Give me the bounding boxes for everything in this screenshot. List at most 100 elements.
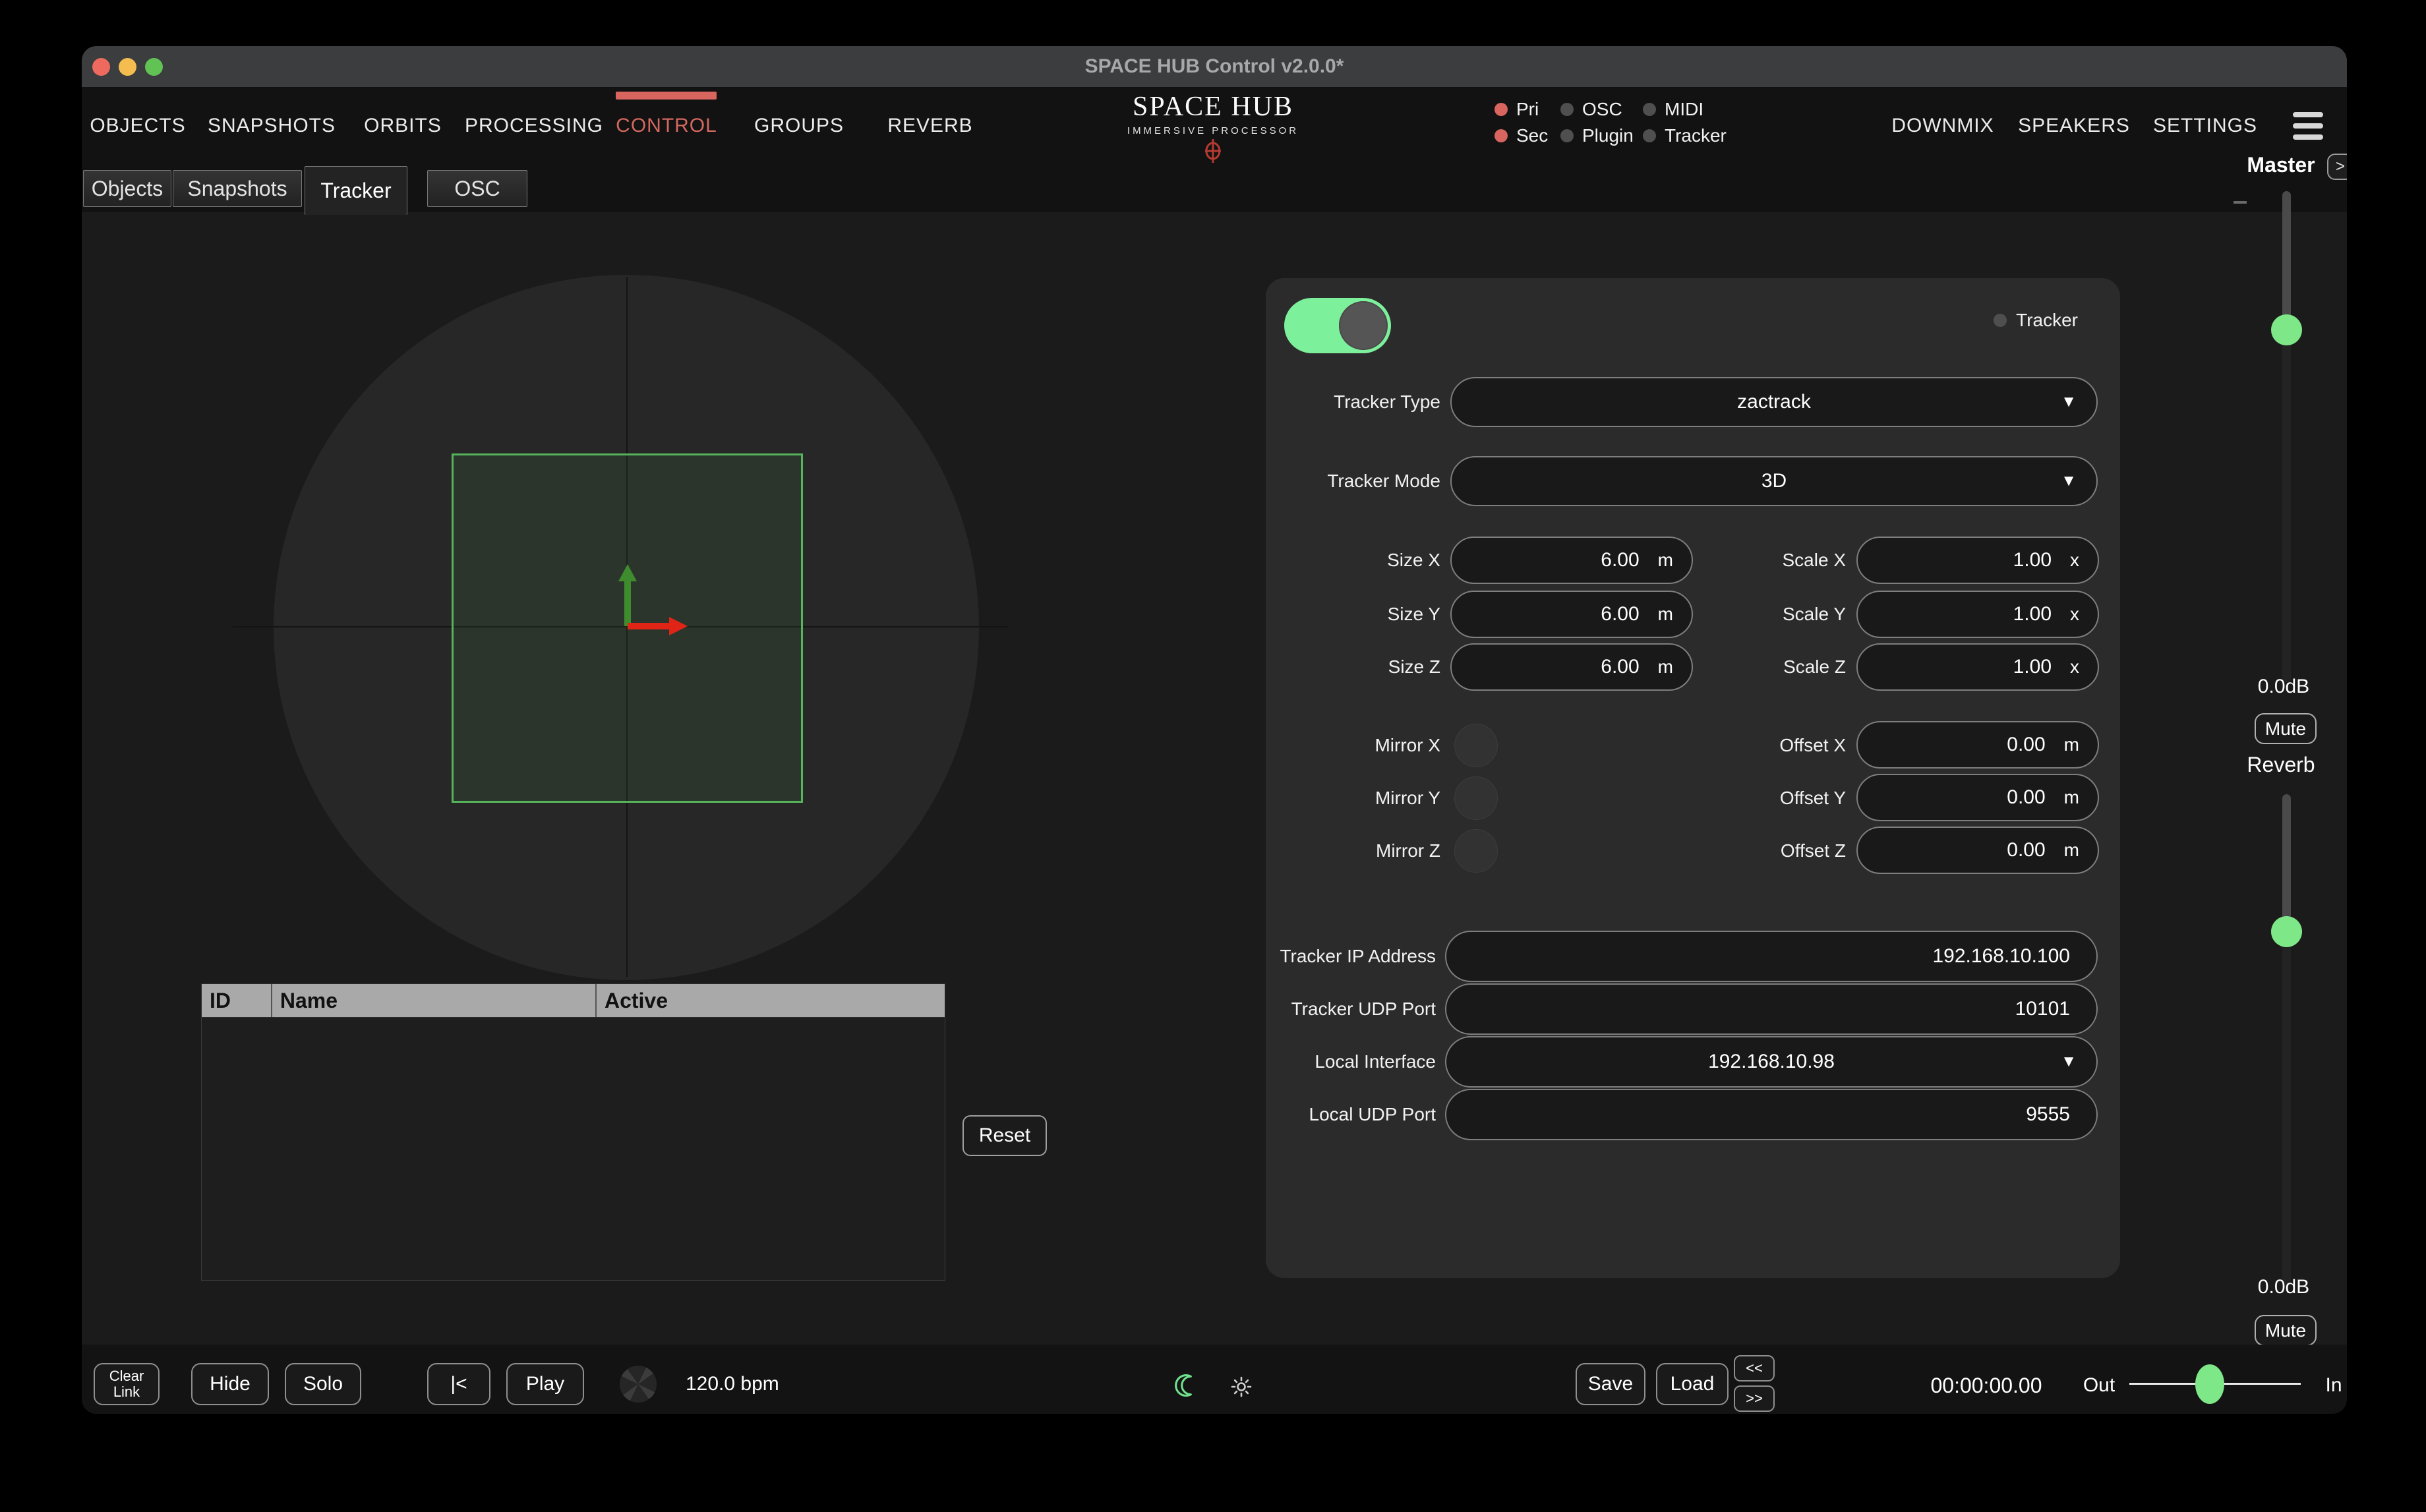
tracker-status-led-icon (1994, 314, 2007, 327)
tab-objects[interactable]: Objects (83, 170, 171, 207)
out-label: Out (2073, 1374, 2125, 1397)
menu-snapshots[interactable]: SNAPSHOTS (208, 87, 336, 165)
scale-x-field[interactable]: 1.00x (1856, 537, 2099, 584)
origin-axes-icon (606, 547, 712, 649)
tracker-udp-port-field[interactable]: 10101 (1445, 983, 2098, 1035)
y-axis-arrow-shaft (624, 580, 631, 626)
logo-title: SPACE HUB (1127, 91, 1299, 123)
size-y-label: Size Y (1266, 603, 1440, 625)
tracker-udp-port-label: Tracker UDP Port (1266, 998, 1436, 1020)
scale-z-field[interactable]: 1.00x (1856, 643, 2099, 691)
offset-x-field[interactable]: 0.00m (1856, 721, 2099, 769)
master-fader-knob[interactable] (2271, 314, 2302, 345)
screen: SPACE HUB Control v2.0.0* OBJECTS SNAPSH… (0, 0, 2426, 1512)
column-active[interactable]: Active (597, 984, 945, 1017)
offset-y-field[interactable]: 0.00m (1856, 774, 2099, 821)
offset-x-label: Offset X (1661, 734, 1846, 757)
size-z-field[interactable]: 6.00m (1450, 643, 1693, 691)
size-y-field[interactable]: 6.00m (1450, 591, 1693, 638)
menu-orbits[interactable]: ORBITS (364, 87, 442, 165)
rewind-button[interactable]: |< (427, 1363, 490, 1405)
reverb-fader-track[interactable] (2282, 794, 2291, 1285)
menu-speakers[interactable]: SPEAKERS (2018, 87, 2130, 165)
in-out-slider-knob[interactable] (2195, 1364, 2224, 1404)
y-axis-arrow-head (618, 564, 637, 581)
hide-button[interactable]: Hide (191, 1363, 269, 1405)
tab-tracker[interactable]: Tracker (305, 166, 407, 215)
tab-osc[interactable]: OSC (427, 170, 527, 207)
menu-groups[interactable]: GROUPS (754, 87, 844, 165)
menu-reverb[interactable]: REVERB (887, 87, 972, 165)
menu-downmix[interactable]: DOWNMIX (1891, 87, 1994, 165)
master-fader-track[interactable] (2282, 191, 2291, 682)
offset-z-field[interactable]: 0.00m (1856, 827, 2099, 874)
step-back-button[interactable]: << (1734, 1355, 1775, 1381)
midi-led-icon (1643, 103, 1656, 116)
window-title: SPACE HUB Control v2.0.0* (82, 46, 2347, 87)
tracker-type-dropdown[interactable]: zactrack ▼ (1450, 377, 2098, 427)
toggle-knob[interactable] (1339, 301, 1388, 350)
size-x-label: Size X (1266, 549, 1440, 571)
app-window: SPACE HUB Control v2.0.0* OBJECTS SNAPSH… (82, 46, 2347, 1414)
offset-y-label: Offset Y (1661, 787, 1846, 809)
app-logo: SPACE HUB IMMERSIVE PROCESSOR (1127, 91, 1299, 167)
reverb-level-value: 0.0dB (2237, 1276, 2330, 1298)
load-button[interactable]: Load (1656, 1363, 1729, 1405)
chevron-down-icon: ▼ (2061, 393, 2077, 411)
mirror-z-toggle[interactable] (1454, 829, 1498, 873)
status-sec: Sec (1494, 123, 1548, 148)
column-id[interactable]: ID (202, 984, 272, 1017)
in-label: In (2314, 1374, 2347, 1397)
reverb-label: Reverb (2235, 753, 2327, 777)
mirror-z-label: Mirror Z (1266, 840, 1440, 862)
status-osc: OSC (1560, 97, 1622, 122)
tracker-settings-panel: Tracker Tracker Type zactrack ▼ Tracker … (1266, 278, 2120, 1278)
clear-link-button[interactable]: Clear Link (94, 1363, 160, 1405)
tempo-knob[interactable] (620, 1366, 657, 1403)
local-udp-port-field[interactable]: 9555 (1445, 1089, 2098, 1140)
x-axis-arrow-head (669, 617, 688, 635)
mirror-y-toggle[interactable] (1454, 776, 1498, 820)
local-interface-dropdown[interactable]: 192.168.10.98 ▼ (1445, 1036, 2098, 1088)
x-axis-arrow-shaft (628, 623, 670, 629)
bpm-value: 120.0 bpm (686, 1373, 779, 1395)
sun-icon[interactable] (1230, 1376, 1253, 1401)
tracker-led-icon (1643, 129, 1656, 142)
menu-control[interactable]: CONTROL (616, 87, 717, 165)
solo-button[interactable]: Solo (285, 1363, 361, 1405)
tracker-enable-toggle[interactable] (1284, 298, 1391, 353)
play-button[interactable]: Play (506, 1363, 584, 1405)
tab-snapshots[interactable]: Snapshots (173, 170, 302, 207)
step-forward-button[interactable]: >> (1734, 1385, 1775, 1412)
plugin-led-icon (1560, 129, 1574, 142)
column-name[interactable]: Name (272, 984, 597, 1017)
moon-icon[interactable] (1173, 1372, 1200, 1402)
menu-bar: OBJECTS SNAPSHOTS ORBITS PROCESSING CONT… (82, 87, 2347, 165)
tracker-mode-label: Tracker Mode (1266, 470, 1440, 492)
reset-button[interactable]: Reset (962, 1115, 1047, 1156)
mirror-x-label: Mirror X (1266, 734, 1440, 757)
scale-z-label: Scale Z (1661, 656, 1846, 678)
size-z-label: Size Z (1266, 656, 1440, 678)
scale-y-field[interactable]: 1.00x (1856, 591, 2099, 638)
tracker-table-body[interactable] (201, 1018, 945, 1281)
tracker-mode-dropdown[interactable]: 3D ▼ (1450, 456, 2098, 506)
menu-objects[interactable]: OBJECTS (90, 87, 185, 165)
save-button[interactable]: Save (1576, 1363, 1645, 1405)
master-zero-tick (2234, 201, 2247, 204)
mirror-x-toggle[interactable] (1454, 724, 1498, 767)
status-midi: MIDI (1643, 97, 1703, 122)
logo-tagline: IMMERSIVE PROCESSOR (1127, 125, 1299, 136)
hamburger-menu-icon[interactable] (2293, 112, 2323, 140)
scale-y-label: Scale Y (1661, 603, 1846, 625)
sec-led-icon (1494, 129, 1508, 142)
master-mute-button[interactable]: Mute (2255, 713, 2317, 744)
title-bar: SPACE HUB Control v2.0.0* (82, 46, 2347, 88)
expand-sidebar-button[interactable]: > (2327, 154, 2347, 180)
tab-bar: Objects Snapshots Tracker OSC (82, 165, 2347, 212)
tracker-ip-field[interactable]: 192.168.10.100 (1445, 931, 2098, 982)
reverb-fader-knob[interactable] (2271, 916, 2302, 947)
size-x-field[interactable]: 6.00m (1450, 537, 1693, 584)
reverb-mute-button[interactable]: Mute (2255, 1315, 2317, 1346)
menu-processing[interactable]: PROCESSING (465, 87, 603, 165)
